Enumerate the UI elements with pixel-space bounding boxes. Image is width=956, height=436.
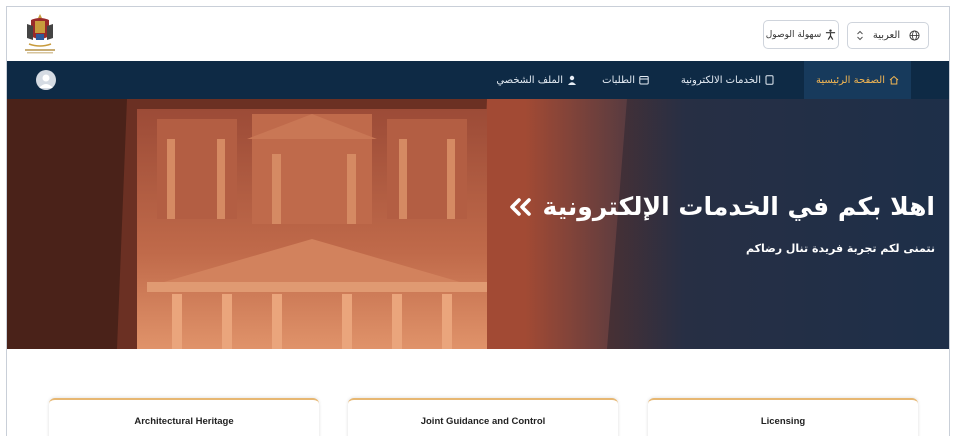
nav-item-label: الخدمات الالكترونية — [680, 74, 761, 86]
nav-item-requests[interactable]: الطلبات — [602, 61, 649, 99]
card-title: Licensing — [760, 416, 806, 427]
accessibility-icon — [826, 29, 836, 40]
main-nav: الصفحة الرئيسية الخدمات الالكترونية الطل… — [7, 61, 949, 99]
language-select-value: العربية — [872, 30, 901, 41]
top-bar: سهولة الوصول العربية — [7, 7, 949, 61]
document-icon — [765, 75, 774, 85]
calendar-icon — [639, 76, 649, 85]
service-card-joint-guidance[interactable]: Joint Guidance and Control — [348, 398, 618, 436]
nav-item-e-services[interactable]: الخدمات الالكترونية — [681, 61, 774, 99]
card-title: Architectural Heritage — [134, 416, 234, 427]
service-card-architectural-heritage[interactable]: Architectural Heritage — [49, 398, 319, 436]
card-title: Joint Guidance and Control — [420, 416, 546, 427]
accessibility-label: سهولة الوصول — [765, 29, 822, 40]
nav-item-label: الملف الشخصي — [496, 74, 563, 86]
accessibility-button[interactable]: سهولة الوصول — [763, 20, 839, 49]
nav-item-label: الطلبات — [602, 74, 635, 86]
double-chevron-left-icon — [509, 197, 531, 216]
hero-title-text: اهلا بكم في الخدمات الإلكترونية — [542, 192, 935, 221]
hero-title: اهلا بكم في الخدمات الإلكترونية — [507, 192, 935, 221]
language-select[interactable]: العربية — [847, 22, 929, 49]
globe-icon — [909, 30, 920, 41]
petra-treasury-image — [7, 99, 949, 349]
chevron-up-down-icon — [857, 30, 863, 41]
home-icon — [889, 75, 899, 85]
hero-subtitle: نتمنى لكم تجربة فريدة تنال رضاكم — [745, 242, 935, 255]
nav-item-home[interactable]: الصفحة الرئيسية — [804, 61, 911, 99]
user-avatar-icon[interactable] — [36, 70, 56, 90]
hero-banner: اهلا بكم في الخدمات الإلكترونية نتمنى لك… — [7, 99, 949, 349]
nav-item-profile[interactable]: الملف الشخصي — [496, 61, 577, 99]
user-icon — [568, 75, 576, 85]
jordan-coat-of-arms-icon[interactable] — [23, 12, 57, 56]
nav-item-label: الصفحة الرئيسية — [816, 74, 885, 86]
app-window: سهولة الوصول العربية الصفحة الرئيسية الخ… — [6, 6, 950, 436]
service-card-licensing[interactable]: Licensing — [648, 398, 918, 436]
